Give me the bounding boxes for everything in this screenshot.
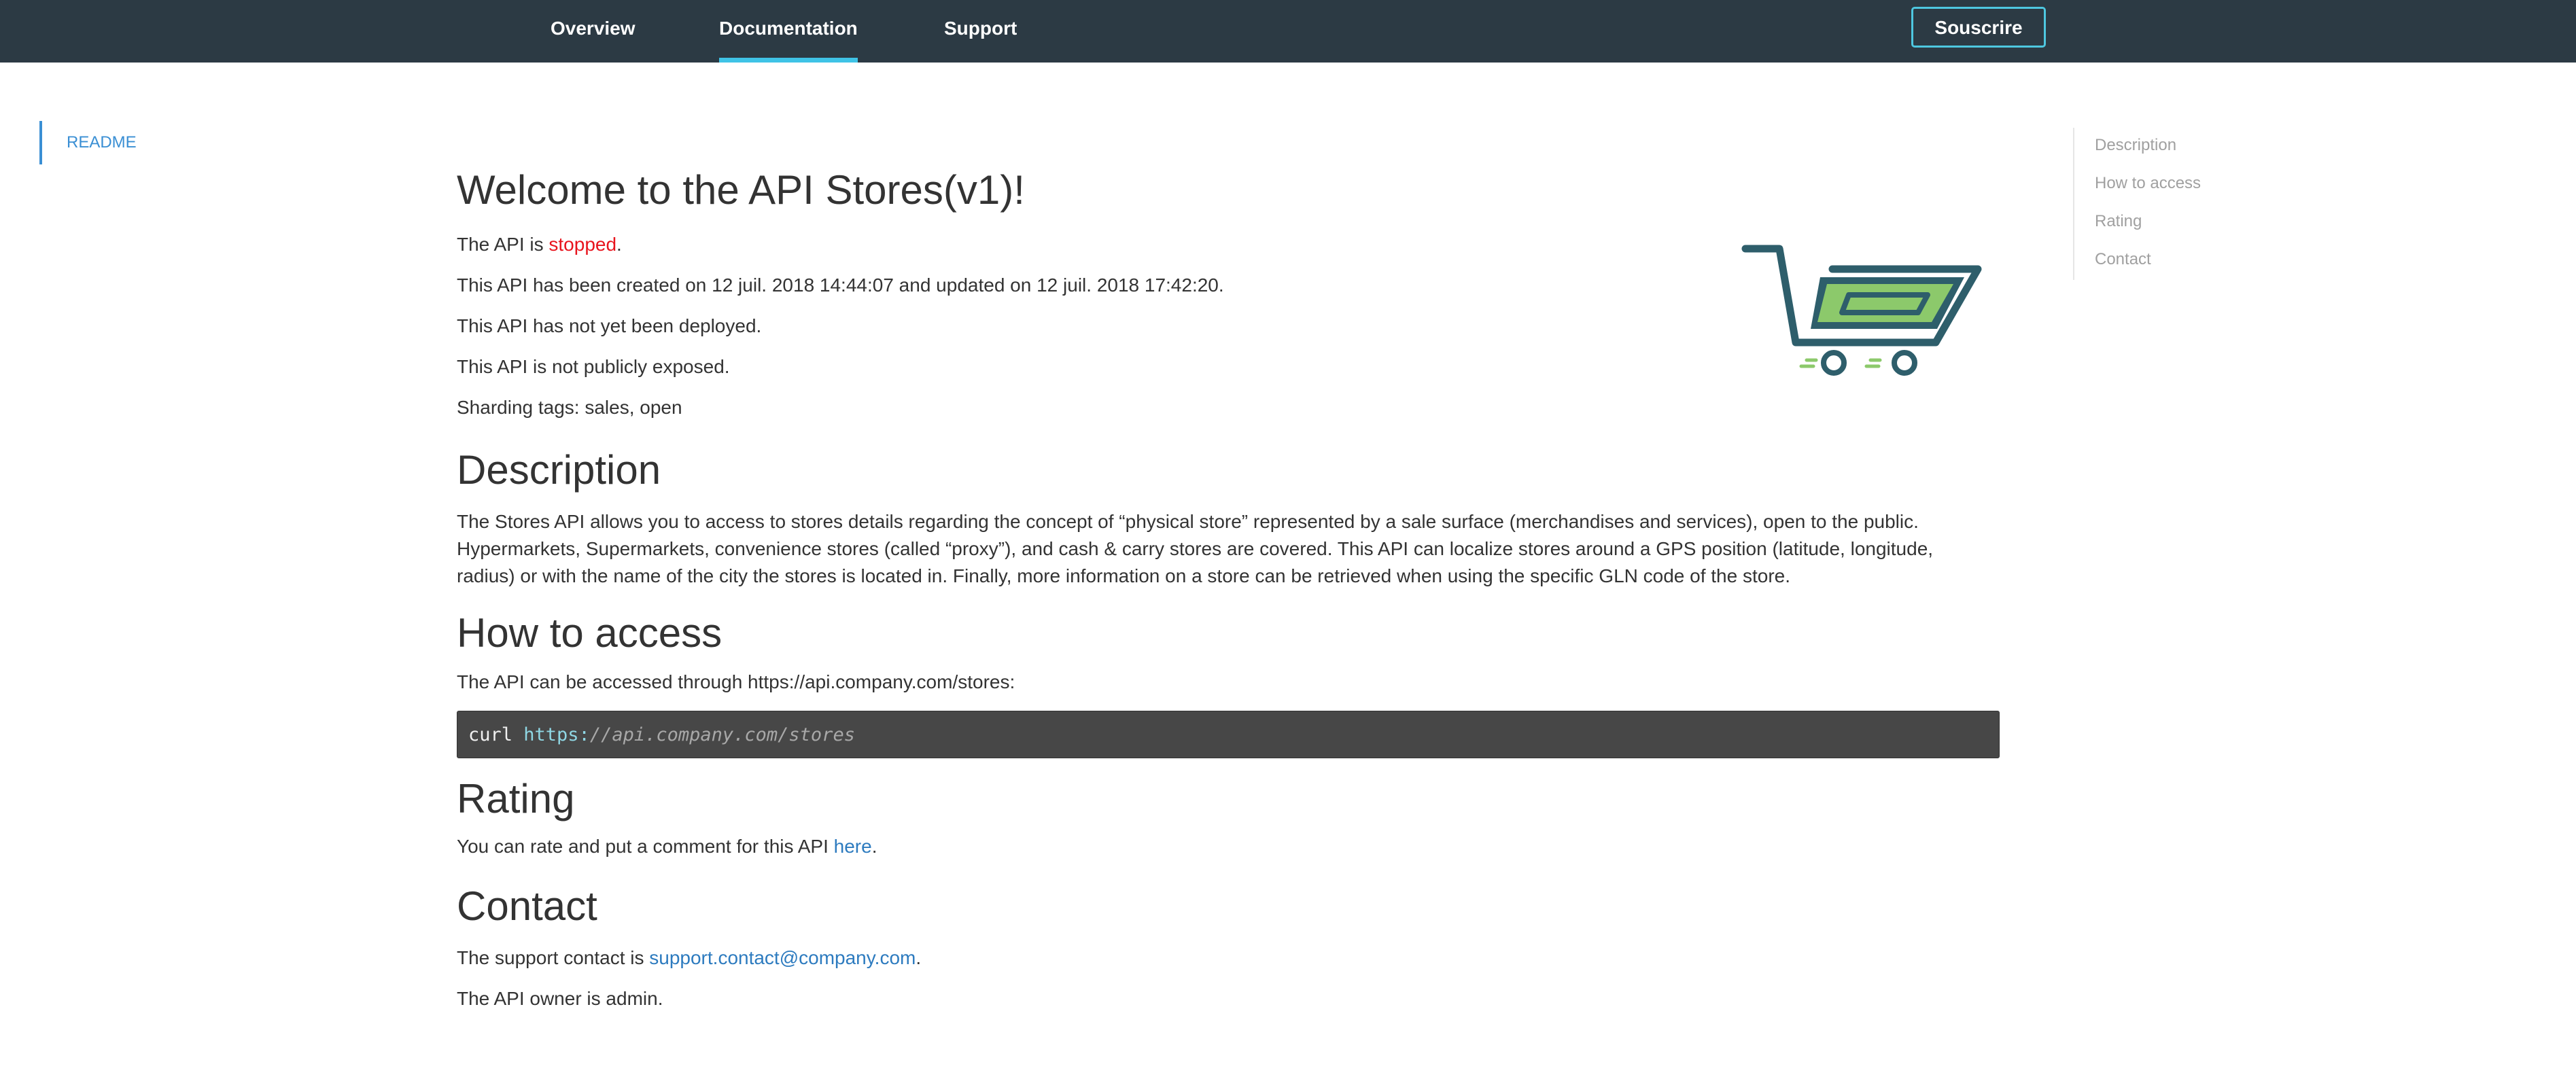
status-prefix: The API is	[457, 234, 549, 255]
table-of-contents: Description How to access Rating Contact	[2073, 128, 2250, 280]
rating-suffix: .	[871, 836, 877, 857]
description-text: The Stores API allows you to access to s…	[457, 511, 1934, 586]
tab-support[interactable]: Support	[944, 0, 1017, 63]
top-navigation-bar: Overview Documentation Support Souscrire	[0, 0, 2576, 63]
rating-link[interactable]: here	[834, 836, 872, 857]
main-content: Welcome to the API Stores(v1)! The API i…	[457, 156, 2000, 1019]
sidebar-item-readme[interactable]: README	[67, 121, 137, 164]
tab-overview[interactable]: Overview	[551, 0, 636, 63]
contact-suffix: .	[916, 947, 922, 968]
section-heading-rating: Rating	[457, 776, 575, 821]
subscribe-button[interactable]: Souscrire	[1911, 7, 2046, 48]
section-heading-description: Description	[457, 447, 661, 493]
toc-item-rating[interactable]: Rating	[2095, 204, 2250, 242]
section-heading-contact: Contact	[457, 883, 597, 929]
deployment-line: This API has not yet been deployed.	[457, 315, 762, 336]
code-url-path: //api.company.com/stores	[589, 724, 855, 745]
rating-prefix: You can rate and put a comment for this …	[457, 836, 834, 857]
page-title: Welcome to the API Stores(v1)!	[457, 167, 1025, 213]
contact-prefix: The support contact is	[457, 947, 650, 968]
access-text: The API can be accessed through https://…	[457, 671, 1015, 692]
status-badge: stopped	[549, 234, 617, 255]
api-status-line: The API is stopped.	[457, 224, 2000, 265]
status-suffix: .	[616, 234, 622, 255]
code-command: curl	[468, 724, 524, 745]
toc-item-description[interactable]: Description	[2095, 128, 2250, 166]
toc-item-contact[interactable]: Contact	[2095, 242, 2250, 280]
sharding-tags-line: Sharding tags: sales, open	[457, 397, 682, 418]
support-contact-line: The support contact is support.contact@c…	[457, 938, 2000, 978]
code-protocol: https:	[523, 724, 590, 745]
tab-documentation[interactable]: Documentation	[719, 0, 858, 63]
rating-text: You can rate and put a comment for this …	[457, 833, 2000, 860]
api-owner-line: The API owner is admin.	[457, 988, 663, 1009]
section-heading-how-to-access: How to access	[457, 610, 723, 656]
code-snippet: curl https://api.company.com/stores	[457, 711, 2000, 758]
exposure-line: This API is not publicly exposed.	[457, 356, 730, 377]
support-email-link[interactable]: support.contact@company.com	[649, 947, 916, 968]
toc-item-how-to-access[interactable]: How to access	[2095, 166, 2250, 204]
sidebar-nav: README	[39, 121, 137, 164]
created-updated-line: This API has been created on 12 juil. 20…	[457, 275, 1224, 296]
